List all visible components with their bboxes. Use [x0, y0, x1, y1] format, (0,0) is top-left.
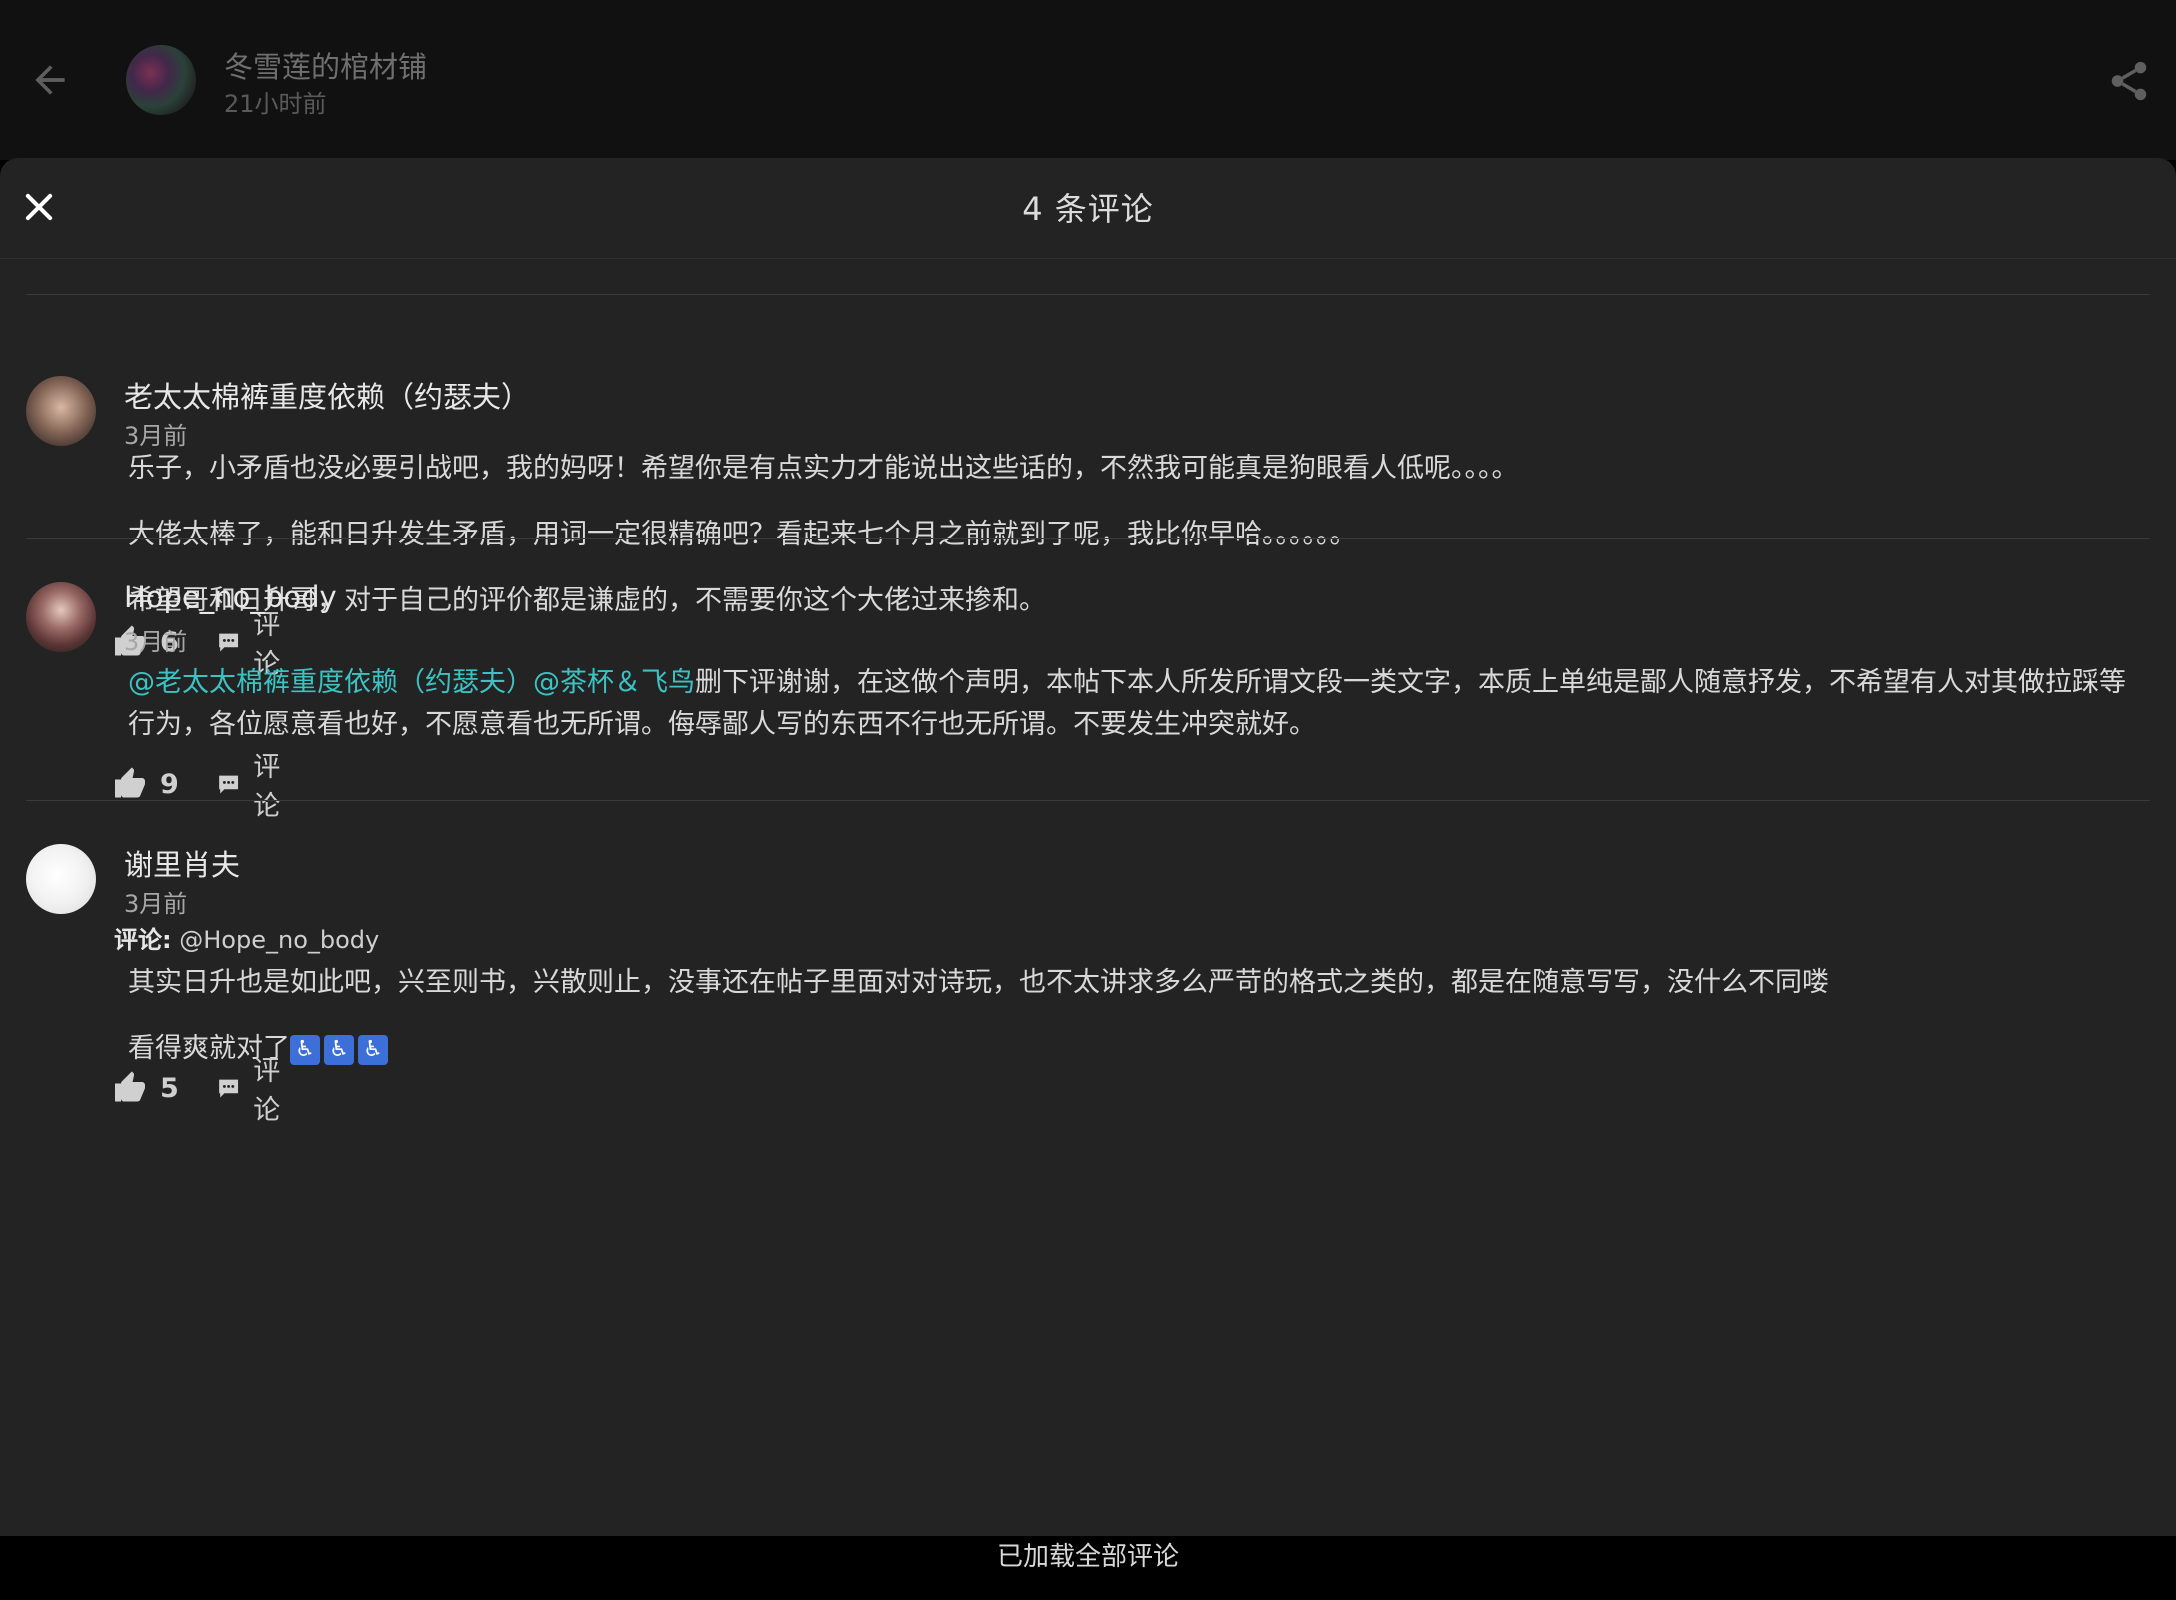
reply-reference: 评论: @Hope_no_body: [114, 920, 379, 955]
post-author-name[interactable]: 冬雪莲的棺材铺: [224, 44, 427, 86]
comment-time: 3月前: [124, 422, 188, 450]
wheelchair-emoji: ♿: [358, 1034, 388, 1065]
like-button[interactable]: 5: [112, 1068, 179, 1108]
comment-time: 3月前: [124, 890, 188, 918]
share-icon[interactable]: [2106, 58, 2152, 104]
thumbs-up-icon: [115, 767, 145, 798]
comments-sheet: 4 条评论 老太太棉裤重度依赖（约瑟夫） 3月前 乐子，小矛盾也没必要引战吧，我…: [0, 158, 2176, 1536]
reply-target[interactable]: @Hope_no_body: [179, 926, 379, 954]
like-button[interactable]: 9: [112, 764, 179, 804]
comment-item: 谢里肖夫 3月前 评论: @Hope_no_body 其实日升也是如此吧，兴至则…: [0, 800, 2176, 1126]
thumbs-up-icon: [115, 1071, 145, 1102]
commenter-avatar[interactable]: [26, 582, 96, 652]
wheelchair-emoji: ♿: [324, 1034, 354, 1065]
commenter-name[interactable]: Hope_no_body: [124, 580, 337, 614]
like-count: 5: [160, 1072, 179, 1104]
commenter-name[interactable]: 谢里肖夫: [124, 842, 240, 884]
all-loaded-footer: 已加载全部评论: [0, 1536, 2176, 1600]
comment-count-title: 4 条评论: [1022, 190, 1154, 228]
comment-bubble-icon: [219, 1079, 239, 1098]
commenter-name[interactable]: 老太太棉裤重度依赖（约瑟夫）: [124, 374, 530, 416]
comment-body: @老太太棉裤重度依赖（约瑟夫）@茶杯＆飞鸟删下评谢谢，在这做个声明，本帖下本人所…: [128, 662, 2136, 746]
comment-item: Hope_no_body 3月前 @老太太棉裤重度依赖（约瑟夫）@茶杯＆飞鸟删下…: [0, 538, 2176, 822]
back-arrow-icon[interactable]: [28, 58, 72, 102]
sheet-header: 4 条评论: [0, 158, 2176, 259]
commenter-avatar[interactable]: [26, 376, 96, 446]
reply-button[interactable]: 评论: [216, 752, 291, 822]
top-app-bar: 冬雪莲的棺材铺 21小时前: [0, 0, 2176, 160]
reply-button[interactable]: 评论: [216, 1056, 291, 1126]
comment-bubble-icon: [219, 775, 239, 794]
mention-link[interactable]: @茶杯＆飞鸟: [533, 667, 695, 698]
like-count: 9: [160, 768, 179, 800]
comment-paragraph: 其实日升也是如此吧，兴至则书，兴散则止，没事还在帖子里面对对诗玩，也不太讲求多么…: [128, 967, 1829, 998]
wheelchair-emoji: ♿: [290, 1034, 320, 1065]
reply-label-prefix: 评论:: [114, 926, 172, 954]
commenter-avatar[interactable]: [26, 844, 96, 914]
comment-time: 3月前: [124, 628, 188, 656]
comment-paragraph: 看得爽就对了 ♿ ♿ ♿: [128, 1028, 2136, 1070]
comment-paragraph: 乐子，小矛盾也没必要引战吧，我的妈呀！希望你是有点实力才能说出这些话的，不然我可…: [128, 453, 1519, 484]
mention-link[interactable]: @老太太棉裤重度依赖（约瑟夫）: [128, 667, 533, 698]
reply-label: 评论: [253, 1056, 281, 1126]
post-time: 21小时前: [224, 90, 327, 118]
author-avatar[interactable]: [126, 45, 196, 115]
comment-body: 其实日升也是如此吧，兴至则书，兴散则止，没事还在帖子里面对对诗玩，也不太讲求多么…: [128, 962, 2136, 1070]
